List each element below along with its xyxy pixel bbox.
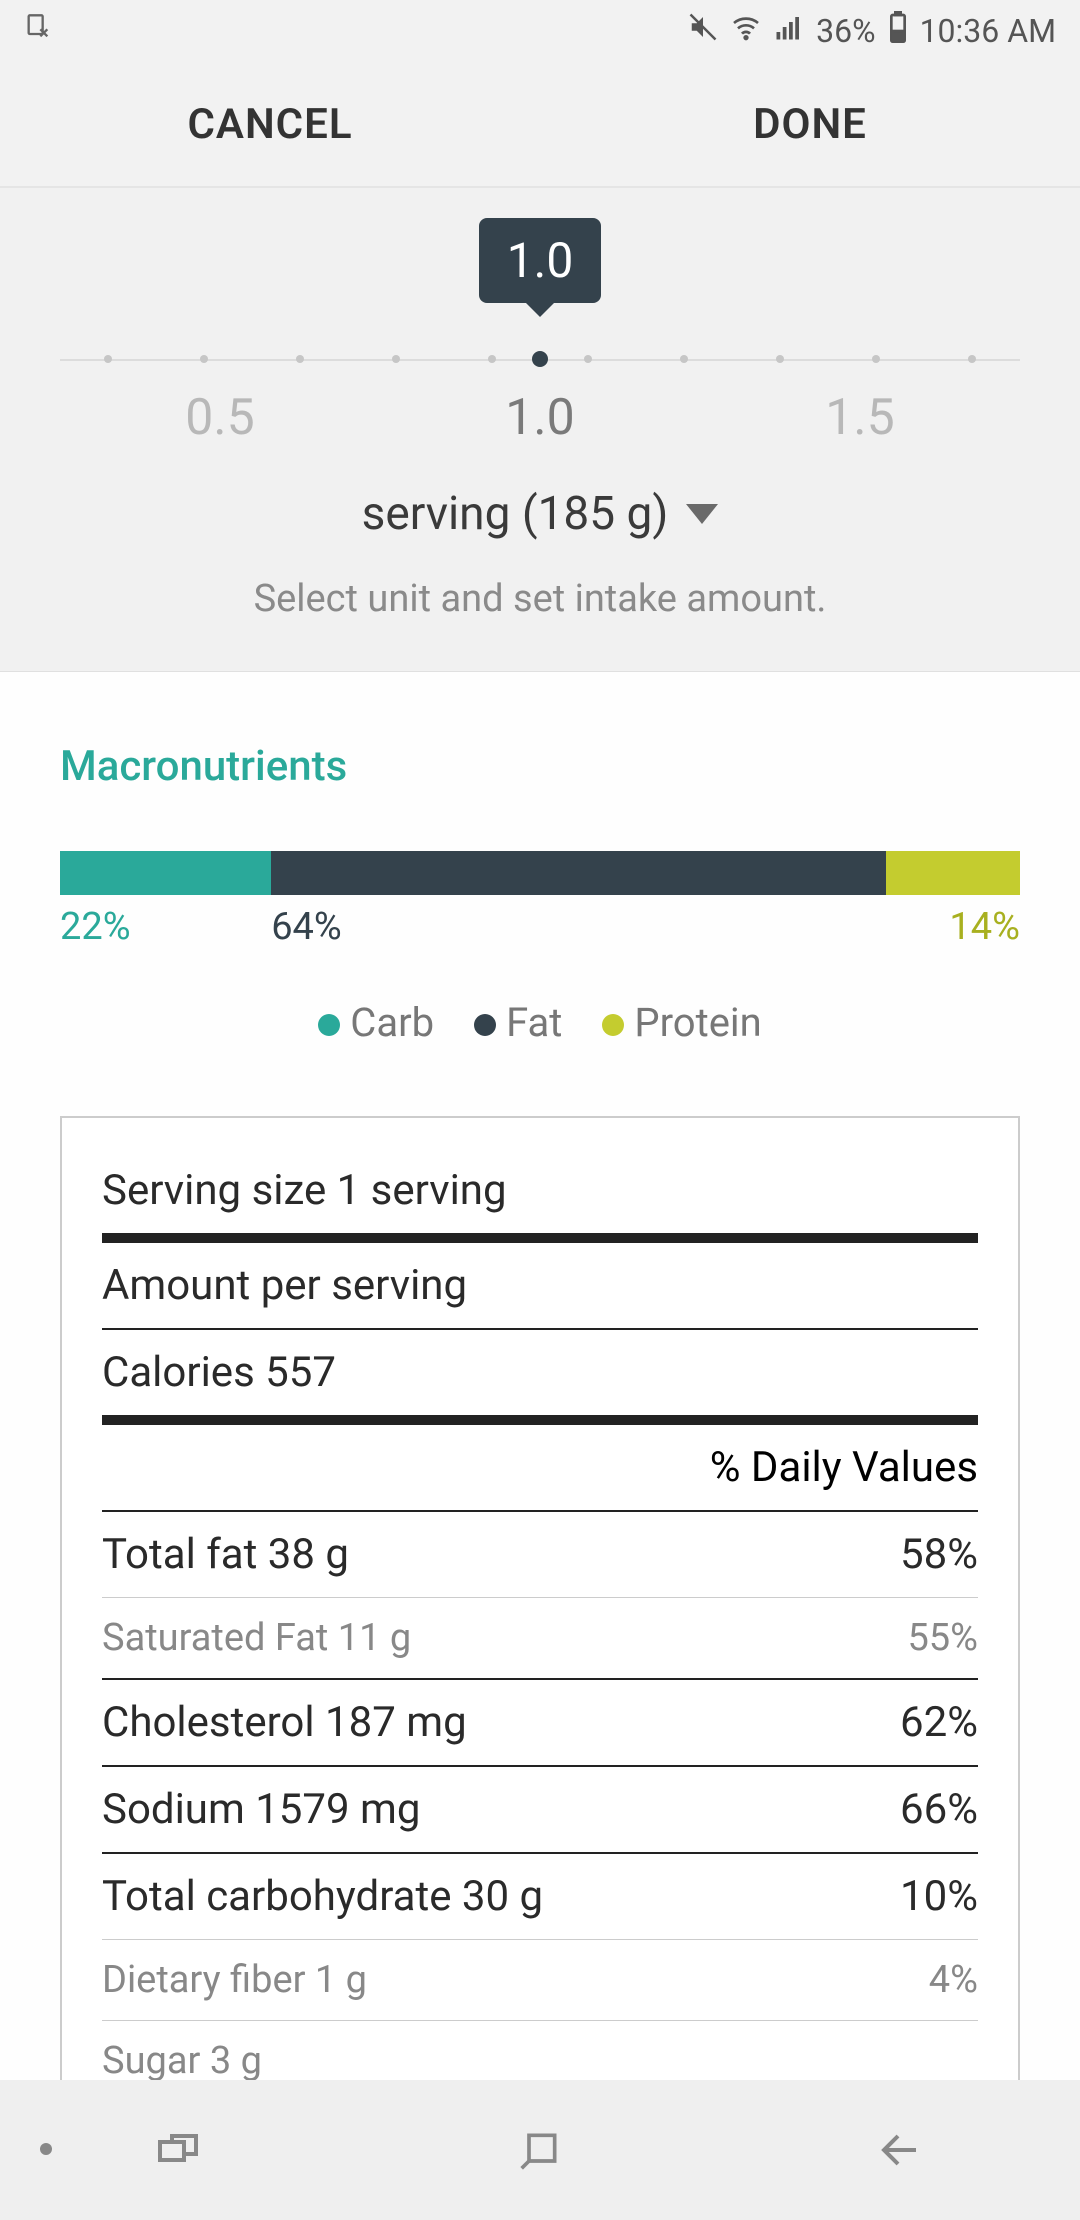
nutrition-row: Cholesterol 187 mg 62% [102,1680,978,1765]
nutrition-dv: 55% [907,1616,978,1660]
nutrition-row: Sodium 1579 mg 66% [102,1767,978,1852]
nutrition-label: Total fat 38 g [102,1530,349,1579]
chevron-down-icon [686,504,718,524]
unit-selector[interactable]: serving (185 g) [362,487,719,541]
legend-carb: Carb [318,999,434,1046]
nutrition-label: Total carbohydrate 30 g [102,1872,543,1921]
legend-protein: Protein [602,999,761,1046]
legend-fat: Fat [474,999,562,1046]
calories-row: Calories 557 [102,1330,978,1415]
macro-legend: Carb Fat Protein [60,999,1020,1046]
macro-seg-protein [886,851,1020,895]
slider-handle[interactable] [532,351,548,367]
unit-label: serving (185 g) [362,487,669,541]
nutrition-row: Dietary fiber 1 g 4% [102,1940,978,2020]
nutrition-label: Saturated Fat 11 g [102,1616,411,1660]
action-bar: CANCEL DONE [0,62,1080,188]
macro-bar-chart [60,851,1020,895]
nutrition-label: Dietary fiber 1 g [102,1958,367,2002]
dot-icon [602,1014,624,1036]
serving-value-bubble: 1.0 [479,218,602,303]
serving-slider[interactable] [60,339,1020,379]
done-button[interactable]: DONE [540,62,1080,186]
doc-icon [24,13,52,49]
nutrition-label: Sodium 1579 mg [102,1785,420,1834]
amount-per-serving-row: Amount per serving [102,1243,978,1328]
daily-values-header: % Daily Values [102,1425,978,1510]
serving-panel: 1.0 0.5 1.0 1.5 serving (185 g) Select u… [0,188,1080,672]
macro-seg-carb [60,851,271,895]
nutrition-dv: 10% [900,1872,978,1921]
android-nav-bar [0,2080,1080,2220]
nutrition-dv: 66% [900,1785,978,1834]
nutrition-label: Cholesterol 187 mg [102,1698,467,1747]
nutrition-row: Total fat 38 g 58% [102,1512,978,1597]
slider-label-right: 1.5 [700,389,1020,447]
battery-icon [888,11,908,51]
status-bar: 36% 10:36 AM [0,0,1080,62]
macronutrients-title: Macronutrients [60,742,1020,791]
home-button[interactable] [500,2110,580,2190]
slider-label-left: 0.5 [60,389,380,447]
serving-hint: Select unit and set intake amount. [0,577,1080,621]
nav-indicator-dot [40,2143,52,2155]
signal-icon [774,12,804,50]
macro-seg-fat [271,851,885,895]
battery-pct: 36% [816,12,875,50]
nutrition-dv: 62% [900,1698,978,1747]
dot-icon [474,1014,496,1036]
nutrition-dv: 58% [900,1530,978,1579]
serving-size-row: Serving size 1 serving [102,1148,978,1233]
content: Macronutrients 22% 64% 14% Carb Fat Prot… [0,672,1080,2113]
macro-pct-carb: 22% [60,905,271,949]
nutrition-row: Total carbohydrate 30 g 10% [102,1854,978,1939]
recent-apps-button[interactable] [140,2110,220,2190]
wifi-icon [730,11,762,51]
nutrition-facts-box: Serving size 1 serving Amount per servin… [60,1116,1020,2113]
nutrition-dv: 4% [929,1958,978,2002]
clock-text: 10:36 AM [920,12,1056,50]
macro-pct-fat: 64% [271,905,885,949]
dot-icon [318,1014,340,1036]
nutrition-row: Saturated Fat 11 g 55% [102,1598,978,1678]
slider-labels: 0.5 1.0 1.5 [60,389,1020,447]
nutrition-label: Sugar 3 g [102,2039,262,2083]
mute-icon [688,12,718,50]
slider-label-mid: 1.0 [380,389,700,447]
macro-percentages: 22% 64% 14% [60,905,1020,949]
back-button[interactable] [860,2110,940,2190]
cancel-button[interactable]: CANCEL [0,62,540,186]
macro-pct-protein: 14% [886,905,1020,949]
